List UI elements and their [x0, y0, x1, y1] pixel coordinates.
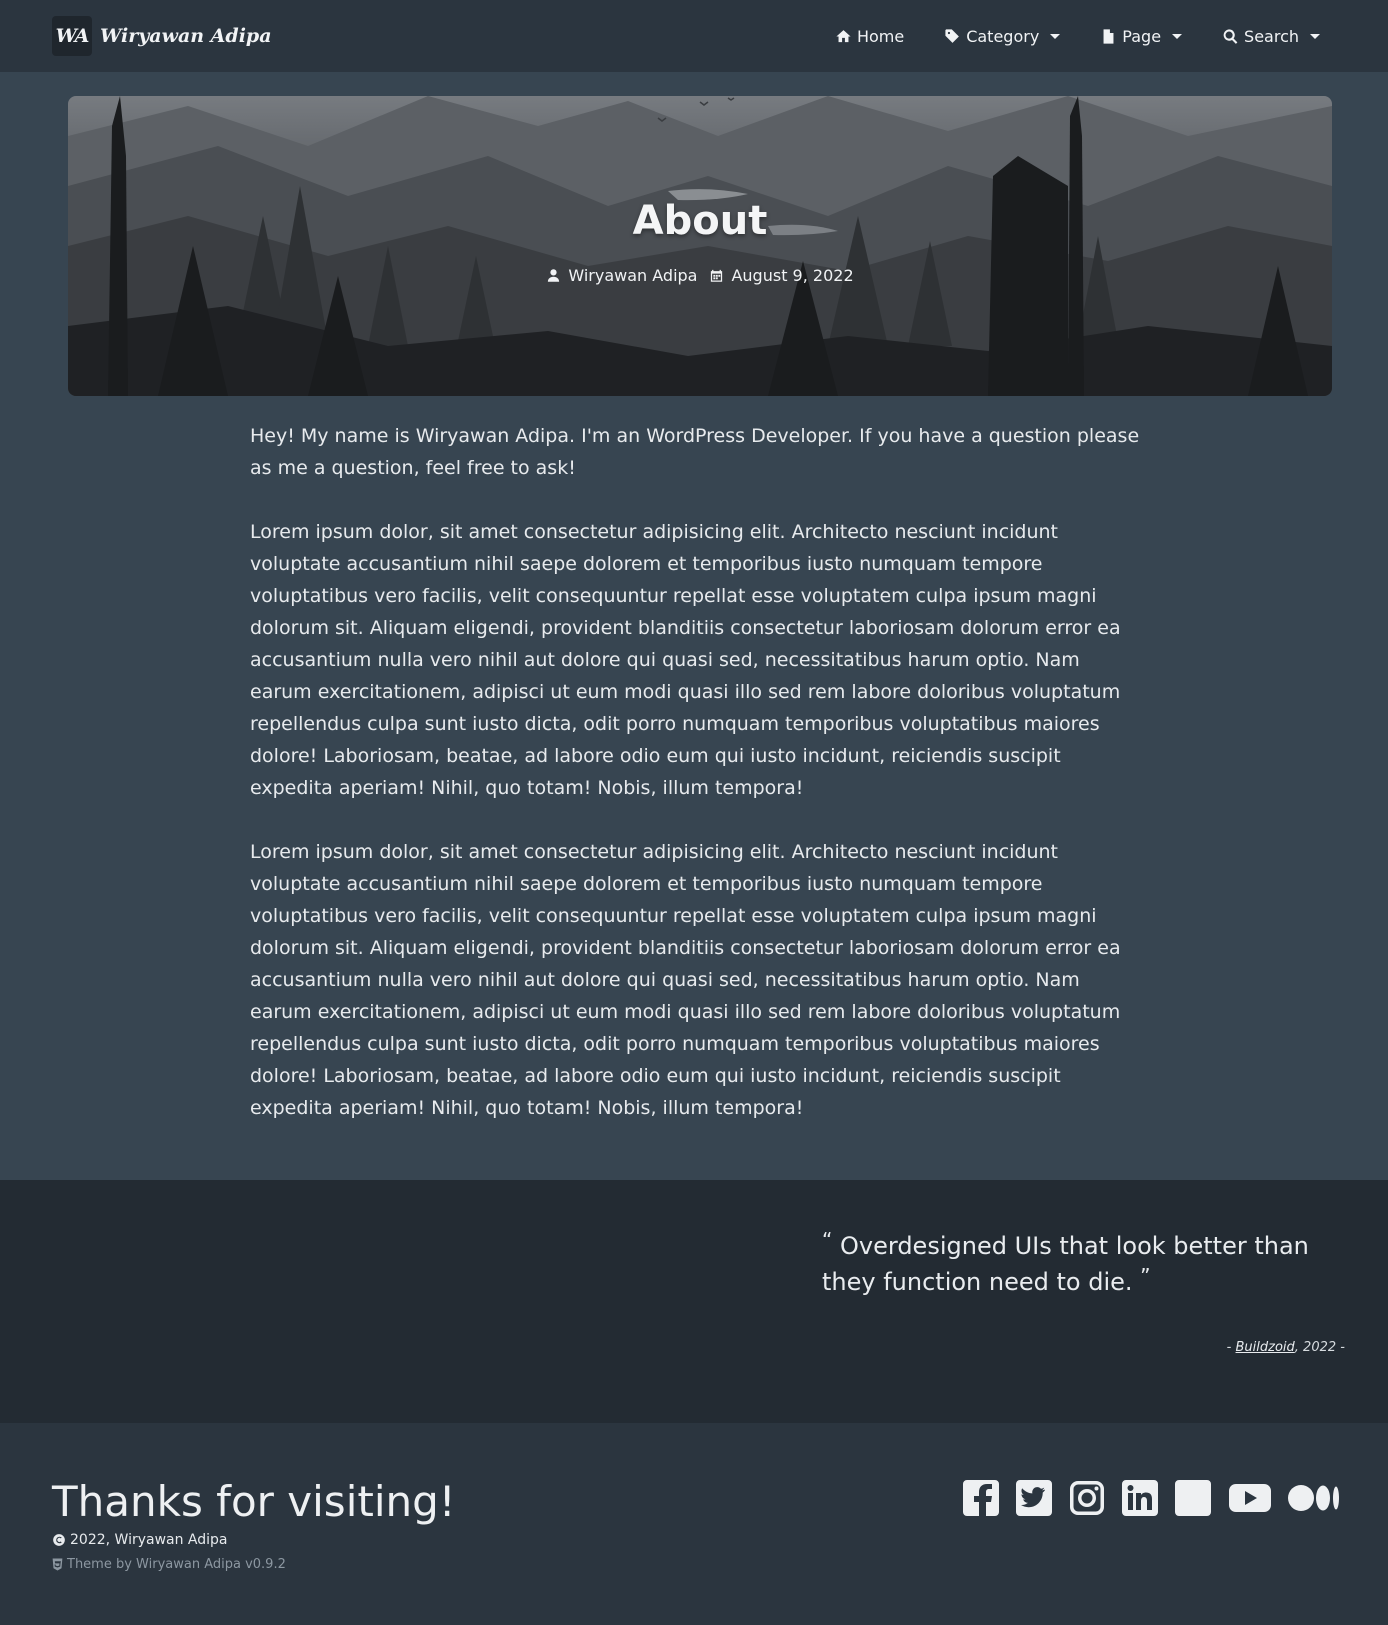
post-author[interactable]: Wiryawan Adipa [546, 266, 697, 285]
file-icon [1103, 28, 1114, 44]
chevron-down-icon [1050, 33, 1061, 39]
quote-section: “ Overdesigned UIs that look better than… [0, 1180, 1388, 1423]
facebook-link[interactable] [962, 1479, 1000, 1517]
post-author-name: Wiryawan Adipa [568, 266, 698, 285]
article-paragraph: Lorem ipsum dolor, sit amet consectetur … [250, 521, 1121, 799]
quote-year: , 2022 [1294, 1340, 1337, 1355]
brand-link[interactable]: WA Wiryawan Adipa [52, 16, 272, 56]
quote-open-mark: “ [822, 1228, 833, 1252]
article-content: Hey! My name is Wiryawan Adipa. I'm an W… [250, 420, 1140, 1156]
nav-category-dropdown[interactable]: Category [944, 26, 1061, 46]
footer-thanks: Thanks for visiting! [52, 1477, 456, 1526]
forest-landscape-illustration [68, 96, 1332, 396]
quote-body: Overdesigned UIs that look better than t… [822, 1232, 1309, 1296]
linkedin-icon [1122, 1480, 1158, 1516]
copyright-icon [53, 1534, 65, 1546]
quote-text: “ Overdesigned UIs that look better than… [822, 1228, 1332, 1300]
nav-home[interactable]: Home [835, 27, 904, 46]
quote-author-link[interactable]: Buildzoid [1236, 1340, 1295, 1355]
calendar-icon [711, 269, 723, 282]
article-paragraph: Hey! My name is Wiryawan Adipa. I'm an W… [250, 425, 1140, 479]
social-links [962, 1479, 1340, 1517]
copyright-text: 2022, Wiryawan Adipa [70, 1532, 228, 1548]
footer: Thanks for visiting! 2022, Wiryawan Adip… [0, 1423, 1388, 1625]
tag-icon [945, 28, 960, 43]
youtube-link[interactable] [1227, 1479, 1273, 1517]
medium-link[interactable] [1288, 1479, 1340, 1517]
footer-copyright: 2022, Wiryawan Adipa [52, 1532, 228, 1548]
linkedin-link[interactable] [1121, 1479, 1159, 1517]
youtube-icon [1229, 1484, 1271, 1512]
brand-logo: WA [52, 16, 92, 56]
nav-category-label: Category [966, 26, 1040, 46]
chevron-down-icon [1172, 33, 1183, 39]
cite-dash-left: - [1226, 1340, 1232, 1355]
post-date: August 9, 2022 [709, 266, 854, 285]
medium-icon [1288, 1485, 1339, 1511]
nav-page-dropdown[interactable]: Page [1100, 26, 1183, 46]
facebook-icon [963, 1480, 999, 1516]
navbar: WA Wiryawan Adipa Home Category Page Sea… [0, 0, 1388, 72]
nav-home-label: Home [856, 26, 905, 46]
brand-name: Wiryawan Adipa [100, 25, 272, 47]
theme-credit-text: Theme by Wiryawan Adipa v0.9.2 [67, 1557, 286, 1572]
quote-close-mark: ” [1140, 1264, 1151, 1288]
footer-theme-credit: Theme by Wiryawan Adipa v0.9.2 [52, 1557, 286, 1572]
twitter-link[interactable] [1015, 1479, 1053, 1517]
twitter-icon [1016, 1480, 1052, 1516]
chevron-down-icon [1310, 33, 1320, 39]
nav-search-label: Search [1244, 26, 1299, 46]
instagram-link[interactable] [1068, 1479, 1106, 1517]
home-icon [836, 29, 851, 42]
html5-icon [52, 1558, 63, 1571]
nav-search-dropdown[interactable]: Search [1222, 27, 1320, 46]
nav-links: Home Category Page Search [835, 0, 1320, 72]
cite-dash-right: - [1340, 1340, 1345, 1355]
hero-banner: About Wiryawan Adipa August 9, 2022 [68, 96, 1332, 396]
post-meta: Wiryawan Adipa August 9, 2022 [68, 266, 1332, 285]
user-icon [548, 269, 560, 282]
instagram-icon [1070, 1481, 1104, 1515]
post-date-text: August 9, 2022 [731, 266, 854, 285]
nav-page-label: Page [1122, 26, 1162, 46]
page-title: About [632, 198, 768, 244]
quote-citation: - Buildzoid, 2022 - [1227, 1340, 1345, 1355]
search-icon [1223, 28, 1238, 44]
github-link[interactable] [1174, 1479, 1212, 1517]
github-icon [1175, 1480, 1211, 1516]
article-paragraph: Lorem ipsum dolor, sit amet consectetur … [250, 841, 1121, 1119]
